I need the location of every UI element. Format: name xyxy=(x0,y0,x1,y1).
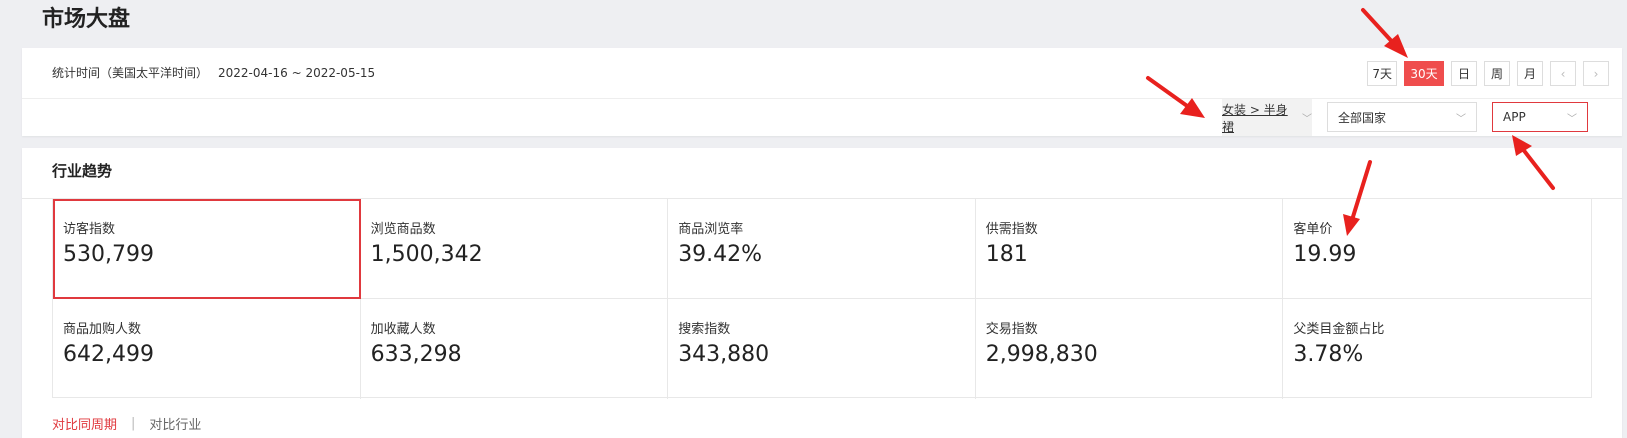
metric-label: 访客指数 xyxy=(63,222,116,237)
metric-value: 39.42% xyxy=(678,242,763,267)
range-7d-button[interactable]: 7天 xyxy=(1367,61,1397,86)
section-title: 行业趋势 xyxy=(52,162,113,180)
stat-time: 统计时间（美国太平洋时间） 2022-04-16 ~ 2022-05-15 xyxy=(52,64,385,82)
metric-card-browse-rate[interactable]: 商品浏览率 39.42% xyxy=(668,199,976,299)
metric-value: 343,880 xyxy=(678,342,770,367)
metric-card-search-index[interactable]: 搜索指数 343,880 xyxy=(668,299,976,399)
metric-label: 供需指数 xyxy=(985,222,1038,237)
metric-value: 1,500,342 xyxy=(370,242,483,267)
metric-card-add-to-cart[interactable]: 商品加购人数 642,499 xyxy=(53,299,361,399)
page-title: 市场大盘 xyxy=(42,7,131,32)
industry-trend-card: 行业趋势 访客指数 530,799 浏览商品数 1,500,342 商品浏览率 … xyxy=(22,148,1622,438)
metric-value: 642,499 xyxy=(63,342,154,367)
tab-compare-period[interactable]: 对比同周期 xyxy=(52,414,117,433)
metric-card-avg-order-value[interactable]: 客单价 19.99 xyxy=(1283,199,1591,299)
tab-separator: | xyxy=(131,416,136,431)
annotation-arrow-icon xyxy=(1361,8,1398,48)
metric-value: 181 xyxy=(985,242,1028,267)
filter-row-time: 统计时间（美国太平洋时间） 2022-04-16 ~ 2022-05-15 7天 … xyxy=(22,48,1622,99)
metric-card-browsed-products[interactable]: 浏览商品数 1,500,342 xyxy=(360,199,669,299)
metrics-grid: 访客指数 530,799 浏览商品数 1,500,342 商品浏览率 39.42… xyxy=(52,198,1592,399)
metric-card-supply-demand-index[interactable]: 供需指数 181 xyxy=(975,199,1284,299)
chevron-right-icon: › xyxy=(1593,66,1599,81)
metric-label: 搜索指数 xyxy=(678,322,731,337)
metric-label: 父类目金额占比 xyxy=(1293,322,1385,337)
metric-label: 交易指数 xyxy=(985,322,1038,337)
metric-card-parent-category-share[interactable]: 父类目金额占比 3.78% xyxy=(1283,299,1591,399)
metric-value: 3.78% xyxy=(1293,342,1364,367)
tab-compare-industry[interactable]: 对比行业 xyxy=(149,414,201,433)
category-select[interactable]: 女装 > 半身裙 ﹀ xyxy=(1222,99,1312,136)
metric-label: 客单价 xyxy=(1293,222,1333,237)
metric-card-transaction-index[interactable]: 交易指数 2,998,830 xyxy=(976,299,1284,399)
chevron-down-icon: ﹀ xyxy=(1456,113,1466,125)
metric-card-favorites[interactable]: 加收藏人数 633,298 xyxy=(361,299,669,399)
range-30d-button[interactable]: 30天 xyxy=(1404,61,1444,86)
stat-time-range: 2022-04-16 ~ 2022-05-15 xyxy=(218,66,376,80)
metric-label: 加收藏人数 xyxy=(370,322,436,337)
platform-dropdown-value: APP xyxy=(1503,110,1526,124)
filter-card: 统计时间（美国太平洋时间） 2022-04-16 ~ 2022-05-15 7天 … xyxy=(22,48,1622,136)
metric-label: 商品浏览率 xyxy=(678,222,744,237)
stat-time-label: 统计时间（美国太平洋时间） xyxy=(52,66,209,80)
metric-label: 浏览商品数 xyxy=(370,222,436,237)
compare-tabs: 对比同周期 | 对比行业 xyxy=(52,414,201,433)
range-button-group: 7天 30天 日 周 月 ‹ › xyxy=(1367,61,1609,86)
range-month-button[interactable]: 月 xyxy=(1517,61,1543,86)
prev-period-button[interactable]: ‹ xyxy=(1550,61,1576,86)
range-week-button[interactable]: 周 xyxy=(1484,61,1510,86)
metric-value: 633,298 xyxy=(370,342,462,367)
country-dropdown[interactable]: 全部国家 ﹀ xyxy=(1327,102,1477,132)
next-period-button[interactable]: › xyxy=(1583,61,1609,86)
chevron-down-icon: ﹀ xyxy=(1302,114,1312,125)
chevron-left-icon: ‹ xyxy=(1560,66,1566,81)
metric-value: 2,998,830 xyxy=(985,342,1098,367)
category-select-value: 女装 > 半身裙 xyxy=(1222,102,1288,134)
country-dropdown-value: 全部国家 xyxy=(1338,110,1387,125)
platform-dropdown[interactable]: APP ﹀ xyxy=(1492,102,1588,132)
metric-label: 商品加购人数 xyxy=(63,322,142,337)
filter-row-selects: 女装 > 半身裙 ﹀ 全部国家 ﹀ APP ﹀ xyxy=(22,99,1622,136)
range-day-button[interactable]: 日 xyxy=(1451,61,1477,86)
chevron-down-icon: ﹀ xyxy=(1567,113,1577,125)
metric-card-visitor-index[interactable]: 访客指数 530,799 xyxy=(53,199,361,299)
metric-value: 19.99 xyxy=(1293,242,1357,267)
metric-value: 530,799 xyxy=(63,242,154,267)
